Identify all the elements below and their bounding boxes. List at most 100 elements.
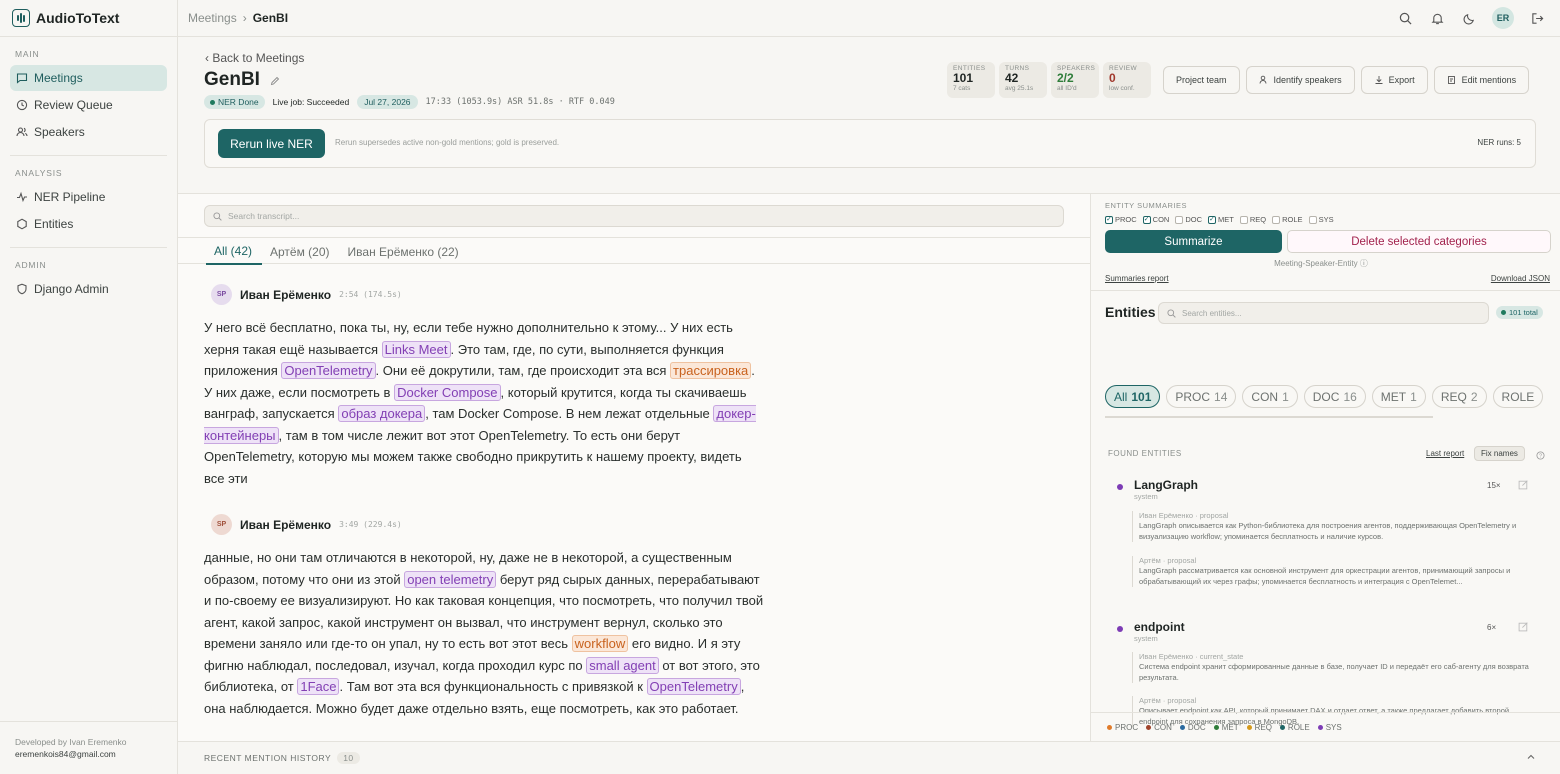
- developer-credit: Developed by Ivan Eremenko: [15, 737, 127, 747]
- button-label: Project team: [1176, 75, 1227, 85]
- pill-req[interactable]: REQ 2: [1431, 385, 1487, 408]
- edit-icon[interactable]: [1518, 621, 1529, 635]
- entity-mention[interactable]: OpenTelemetry: [281, 362, 376, 379]
- fix-names-button[interactable]: Fix names: [1474, 446, 1525, 461]
- summarize-button[interactable]: Summarize: [1105, 230, 1282, 253]
- entity-mention[interactable]: workflow: [571, 635, 629, 652]
- tab-artem[interactable]: Артём (20): [262, 238, 340, 265]
- search-icon: [213, 211, 222, 221]
- turn-timestamp[interactable]: 3:49 (229.4s): [339, 520, 402, 529]
- entity-mention[interactable]: open telemetry: [404, 570, 497, 588]
- download-icon: [1375, 76, 1383, 84]
- category-label: REQ: [1249, 215, 1267, 224]
- sidebar-item-ner-pipeline[interactable]: NER Pipeline: [10, 184, 167, 210]
- pencil-icon[interactable]: [270, 75, 280, 89]
- category-checkbox-sys[interactable]: SYS: [1308, 215, 1334, 224]
- identify-speakers-button[interactable]: Identify speakers: [1245, 66, 1355, 94]
- entity-mention[interactable]: 1Face: [297, 678, 340, 695]
- sidebar-item-meetings[interactable]: Meetings: [10, 65, 167, 91]
- entity-mention[interactable]: small agent: [586, 656, 659, 674]
- tab-all[interactable]: All (42): [206, 238, 263, 265]
- turn-timestamp[interactable]: 2:54 (174.5s): [339, 290, 402, 299]
- delete-categories-button[interactable]: Delete selected categories: [1287, 230, 1551, 253]
- turn-text: У него всё бесплатно, пока ты, ну, если …: [204, 320, 756, 486]
- found-entity-item[interactable]: LangGraph system 15× Иван Ерёменко · pro…: [1117, 478, 1537, 608]
- breadcrumb-separator: ›: [242, 11, 247, 25]
- bell-icon[interactable]: [1428, 9, 1446, 27]
- category-checkbox-proc[interactable]: ✓ PROC: [1105, 215, 1137, 224]
- entity-panel: ENTITY SUMMARIES ✓ PROC ✓ CON DOC ✓ MET REQ…: [1090, 194, 1560, 741]
- hexagon-icon: [17, 218, 27, 230]
- pill-all[interactable]: All 101: [1105, 385, 1161, 408]
- legend-dot-icon: [1179, 724, 1185, 730]
- legend-item: DOC: [1179, 723, 1206, 732]
- entity-mention[interactable]: трассировка: [670, 362, 752, 379]
- edit-mentions-button[interactable]: Edit mentions: [1433, 66, 1530, 94]
- category-checkbox-req[interactable]: REQ: [1239, 215, 1267, 224]
- transcript-search[interactable]: [204, 205, 1064, 227]
- sidebar-item-review-queue[interactable]: Review Queue: [10, 92, 167, 118]
- breadcrumb-meetings[interactable]: Meetings: [188, 11, 237, 25]
- category-checkbox-role[interactable]: ROLE: [1272, 215, 1303, 224]
- recent-mention-history-bar[interactable]: RECENT MENTION HISTORY 10: [178, 741, 1560, 774]
- entity-mention[interactable]: Links Meet: [381, 340, 451, 358]
- pill-count: 16: [1343, 389, 1357, 404]
- transcript-search-input[interactable]: [228, 211, 1028, 221]
- pill-con[interactable]: CON 1: [1242, 385, 1298, 408]
- entities-search[interactable]: Search entities...: [1158, 302, 1489, 324]
- help-icon[interactable]: ?: [1536, 449, 1545, 463]
- found-entity-item[interactable]: endpoint system 6× Иван Ерёменко · curre…: [1117, 620, 1537, 727]
- pill-proc[interactable]: PROC 14: [1166, 385, 1237, 408]
- brand[interactable]: AudioToText: [0, 0, 178, 36]
- speaker-name[interactable]: Иван Ерёменко: [240, 518, 331, 532]
- stat-value: 101: [953, 71, 974, 85]
- summary-mode: Meeting-Speaker-Entity ⓘ: [1091, 258, 1551, 269]
- entity-mention[interactable]: образ докера: [338, 405, 426, 422]
- rerun-live-ner-button[interactable]: Rerun live NER: [218, 129, 325, 158]
- total-label: 101 total: [1509, 308, 1538, 317]
- pill-met[interactable]: MET 1: [1371, 385, 1426, 408]
- turn-text: данные, но они там отличаются в некоторо…: [204, 550, 764, 716]
- sidebar-item-label: Django Admin: [34, 282, 109, 296]
- legend-label: SYS: [1325, 722, 1342, 732]
- summaries-report-link[interactable]: Summaries report: [1105, 274, 1169, 283]
- top-bar: AudioToText Meetings › GenBI ER: [0, 0, 1560, 37]
- category-checkbox-met[interactable]: ✓ MET: [1208, 215, 1234, 224]
- sidebar-item-django-admin[interactable]: Django Admin: [10, 276, 167, 302]
- pill-count: 2: [1470, 389, 1478, 404]
- search-icon[interactable]: [1396, 9, 1414, 27]
- entity-mention[interactable]: Docker Compose: [394, 383, 501, 401]
- edit-icon[interactable]: [1518, 479, 1529, 493]
- edit-doc-icon: [1447, 76, 1455, 84]
- export-button[interactable]: Export: [1360, 66, 1428, 94]
- moon-icon[interactable]: [1460, 9, 1478, 27]
- last-report-link[interactable]: Last report: [1426, 449, 1464, 458]
- sidebar-item-label: NER Pipeline: [34, 190, 106, 204]
- pills-scrollbar[interactable]: [1105, 416, 1433, 418]
- download-json-link[interactable]: Download JSON: [1491, 274, 1550, 283]
- legend-label: ROLE: [1287, 722, 1310, 732]
- entity-mention[interactable]: OpenTelemetry: [646, 678, 741, 695]
- sidebar-item-entities[interactable]: Entities: [10, 211, 167, 237]
- sidebar-item-speakers[interactable]: Speakers: [10, 119, 167, 145]
- logout-icon[interactable]: [1528, 9, 1546, 27]
- category-checkbox-doc[interactable]: DOC: [1175, 215, 1202, 224]
- entity-mention[interactable]: докер-контейнеры: [204, 405, 756, 444]
- button-label: Edit mentions: [1461, 75, 1517, 85]
- chevron-up-icon[interactable]: [1526, 752, 1536, 764]
- project-team-button[interactable]: Project team: [1163, 66, 1240, 94]
- stat-value: 42: [1005, 71, 1019, 85]
- app-name: AudioToText: [36, 10, 120, 26]
- category-checkbox-con[interactable]: ✓ CON: [1142, 215, 1169, 224]
- speaker-name[interactable]: Иван Ерёменко: [240, 288, 331, 302]
- category-label: PROC: [1115, 215, 1137, 224]
- back-to-meetings-link[interactable]: ‹ Back to Meetings: [205, 51, 304, 65]
- developer-email[interactable]: eremenkois84@gmail.com: [15, 748, 162, 760]
- button-label: Identify speakers: [1273, 75, 1342, 85]
- user-avatar[interactable]: ER: [1492, 7, 1514, 29]
- pill-role[interactable]: ROLE: [1492, 385, 1544, 408]
- pill-doc[interactable]: DOC 16: [1303, 385, 1366, 408]
- tab-ivan[interactable]: Иван Ерёменко (22): [340, 238, 469, 265]
- checkbox-icon: [1272, 215, 1281, 224]
- info-icon[interactable]: ⓘ: [1360, 259, 1368, 268]
